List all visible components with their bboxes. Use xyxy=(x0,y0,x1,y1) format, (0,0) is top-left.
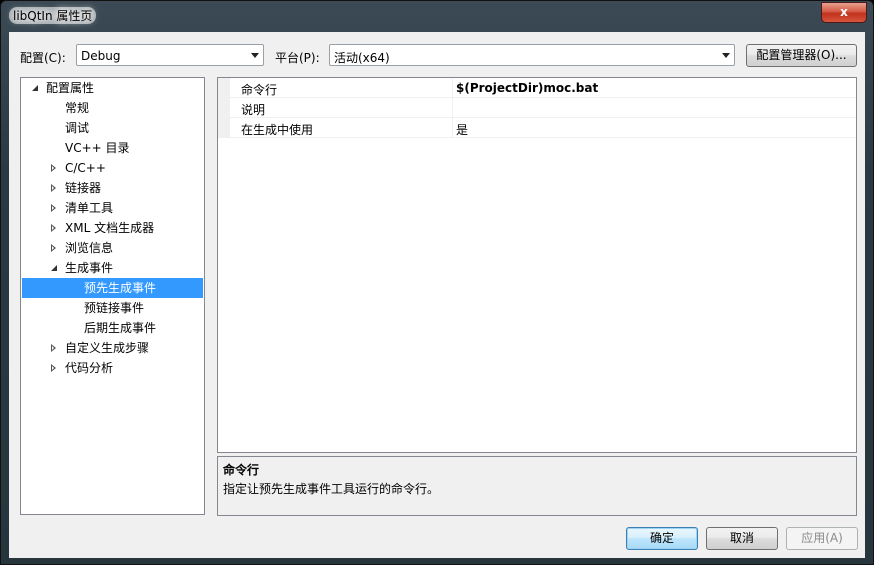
description-title: 命令行 xyxy=(223,463,260,477)
dialog-client-area: 配置(C): Debug 平台(P): 活动(x64) 配置管理器(O)... … xyxy=(9,32,865,558)
tree-item-linker[interactable]: 链接器 xyxy=(22,178,203,198)
property-name: 说明 xyxy=(241,103,266,117)
tree-item-xml-doc-generator[interactable]: XML 文档生成器 xyxy=(22,218,203,238)
expanded-triangle-icon[interactable] xyxy=(51,265,57,271)
platform-value: 活动(x64) xyxy=(334,51,390,65)
property-row-use-in-build[interactable]: 在生成中使用 是 xyxy=(218,118,856,138)
property-row-command-line[interactable]: 命令行 $(ProjectDir)moc.bat xyxy=(218,78,856,98)
property-name: 在生成中使用 xyxy=(241,123,314,137)
property-name: 命令行 xyxy=(241,83,278,97)
description-panel: 命令行 指定让预先生成事件工具运行的命令行。 xyxy=(217,456,857,516)
apply-button[interactable]: 应用(A) xyxy=(786,527,858,550)
window-title: libQtIn 属性页 xyxy=(9,7,97,24)
platform-label: 平台(P): xyxy=(275,51,320,65)
property-grid[interactable]: 命令行 $(ProjectDir)moc.bat 说明 在生成中使用 是 xyxy=(217,77,857,453)
tree-item-browse-info[interactable]: 浏览信息 xyxy=(22,238,203,258)
property-value[interactable]: 是 xyxy=(456,121,468,138)
chevron-down-icon xyxy=(251,53,259,58)
tree-item-code-analysis[interactable]: 代码分析 xyxy=(22,358,203,378)
collapsed-triangle-icon[interactable] xyxy=(51,184,56,192)
config-value: Debug xyxy=(81,49,121,63)
cancel-button[interactable]: 取消 xyxy=(706,527,778,550)
collapsed-triangle-icon[interactable] xyxy=(51,204,56,212)
tree-item-cpp[interactable]: C/C++ xyxy=(22,158,203,178)
chevron-down-icon xyxy=(722,53,730,58)
close-button[interactable]: x xyxy=(821,2,867,23)
tree-item-custom-build-step[interactable]: 自定义生成步骤 xyxy=(22,338,203,358)
tree-item-general[interactable]: 常规 xyxy=(22,98,203,118)
tree-item-vc-directories[interactable]: VC++ 目录 xyxy=(22,138,203,158)
title-bar[interactable]: libQtIn 属性页 x xyxy=(1,1,873,32)
collapsed-triangle-icon[interactable] xyxy=(51,344,56,352)
property-row-description[interactable]: 说明 xyxy=(218,98,856,118)
ok-button[interactable]: 确定 xyxy=(626,527,698,550)
property-value[interactable]: $(ProjectDir)moc.bat xyxy=(456,81,598,95)
collapsed-triangle-icon[interactable] xyxy=(51,164,56,172)
property-pages-window: libQtIn 属性页 x 配置(C): Debug 平台(P): 活动(x64… xyxy=(0,0,874,565)
collapsed-triangle-icon[interactable] xyxy=(51,244,56,252)
collapsed-triangle-icon[interactable] xyxy=(51,224,56,232)
config-manager-button[interactable]: 配置管理器(O)... xyxy=(746,44,857,67)
tree-item-pre-build-event[interactable]: 预先生成事件 xyxy=(22,278,203,298)
collapsed-triangle-icon[interactable] xyxy=(51,364,56,372)
config-label: 配置(C): xyxy=(20,51,66,65)
expanded-triangle-icon[interactable] xyxy=(32,85,38,91)
tree-item-debugging[interactable]: 调试 xyxy=(22,118,203,138)
tree-item-manifest-tool[interactable]: 清单工具 xyxy=(22,198,203,218)
tree-item-pre-link-event[interactable]: 预链接事件 xyxy=(22,298,203,318)
property-tree[interactable]: 配置属性 常规 调试 VC++ 目录 C/C++ 链接器 清单工具 XML 文档… xyxy=(20,77,205,515)
description-text: 指定让预先生成事件工具运行的命令行。 xyxy=(223,482,440,496)
tree-item-config-properties[interactable]: 配置属性 xyxy=(22,78,203,98)
tree-item-post-build-event[interactable]: 后期生成事件 xyxy=(22,318,203,338)
tree-item-build-events[interactable]: 生成事件 xyxy=(22,258,203,278)
platform-dropdown[interactable]: 活动(x64) xyxy=(329,44,735,66)
config-dropdown[interactable]: Debug xyxy=(76,44,264,66)
